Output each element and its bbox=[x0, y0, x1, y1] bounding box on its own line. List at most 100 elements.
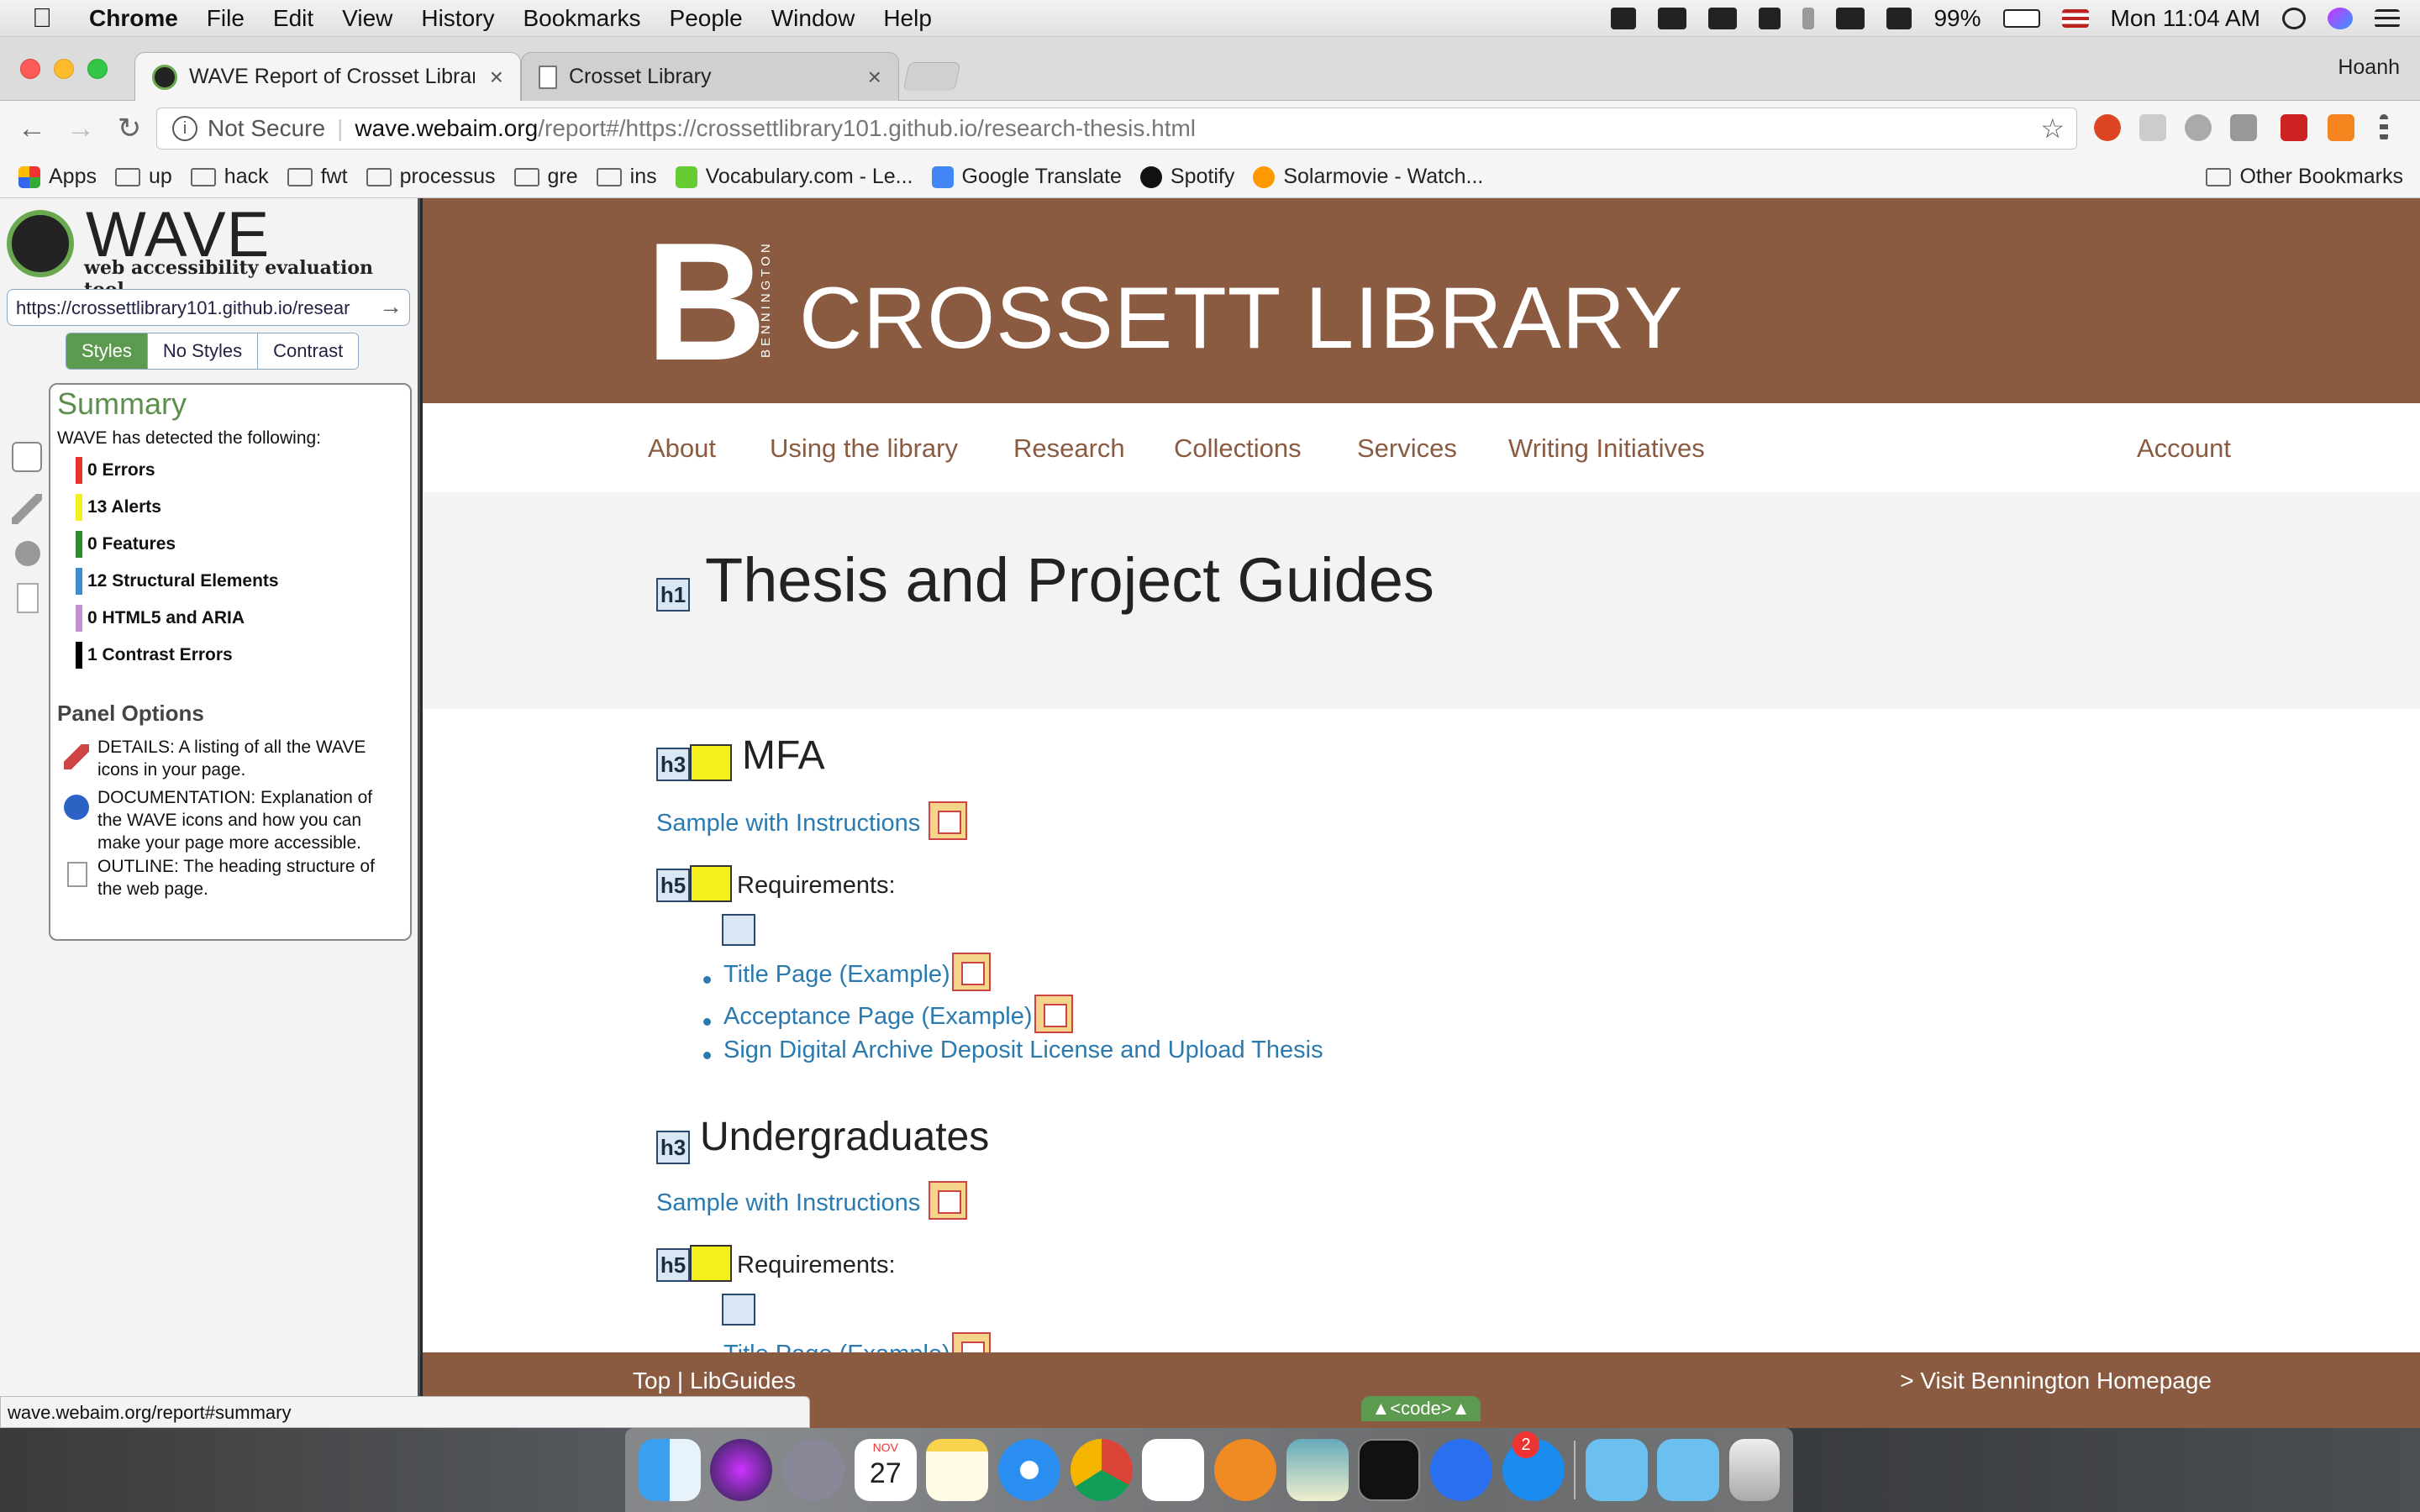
bookmark-google-translate[interactable]: Google Translate bbox=[931, 165, 1122, 189]
safari-icon[interactable] bbox=[998, 1439, 1061, 1501]
summary-structural[interactable]: 12 Structural Elements bbox=[76, 568, 279, 595]
wave-pdf-alert-icon[interactable] bbox=[929, 801, 967, 840]
wave-alert-icon[interactable] bbox=[690, 865, 732, 902]
folder-icon[interactable] bbox=[1585, 1439, 1648, 1501]
calendar-icon[interactable]: 27 NOV bbox=[854, 1439, 917, 1501]
volume-icon[interactable] bbox=[1886, 8, 1912, 29]
nav-research[interactable]: Research bbox=[1013, 433, 1125, 464]
menu-help[interactable]: Help bbox=[883, 5, 932, 32]
menu-history[interactable]: History bbox=[421, 5, 494, 32]
wave-pdf-alert-icon[interactable] bbox=[1034, 995, 1073, 1033]
adblock-icon[interactable] bbox=[2094, 114, 2121, 141]
tab-wave-report[interactable]: WAVE Report of Crosset Library × bbox=[134, 52, 521, 101]
tab-crosset-library[interactable]: Crosset Library × bbox=[521, 52, 899, 101]
summary-contrast[interactable]: 1 Contrast Errors bbox=[76, 642, 233, 669]
wave-h3-badge[interactable]: h3 bbox=[656, 748, 690, 781]
details-flag-icon[interactable] bbox=[12, 494, 42, 524]
launchpad-icon[interactable] bbox=[782, 1439, 845, 1501]
cors-icon[interactable] bbox=[2281, 114, 2307, 141]
summary-errors[interactable]: 0 Errors bbox=[76, 457, 155, 484]
wave-h5-badge[interactable]: h5 bbox=[656, 1248, 690, 1282]
nav-using-the-library[interactable]: Using the library bbox=[770, 433, 958, 464]
trash-icon[interactable] bbox=[1729, 1439, 1781, 1501]
reminders-icon[interactable] bbox=[1142, 1439, 1205, 1501]
wave-alert-icon[interactable] bbox=[690, 744, 732, 781]
nav-services[interactable]: Services bbox=[1357, 433, 1457, 464]
contrast-toggle[interactable]: Contrast bbox=[258, 333, 359, 369]
other-bookmarks[interactable]: Other Bookmarks bbox=[2206, 165, 2403, 189]
bookmark-folder-hack[interactable]: hack bbox=[190, 165, 269, 189]
drive-icon[interactable] bbox=[2139, 114, 2166, 141]
wave-alert-icon[interactable] bbox=[690, 1245, 732, 1282]
nav-account[interactable]: Account bbox=[2137, 433, 2231, 464]
menu-file[interactable]: File bbox=[207, 5, 245, 32]
extension-w-icon[interactable] bbox=[2230, 114, 2257, 141]
wifi-icon[interactable] bbox=[1836, 8, 1865, 29]
ibooks-icon[interactable] bbox=[1213, 1439, 1276, 1501]
cloud-upload-icon[interactable] bbox=[1658, 8, 1687, 29]
close-window-button[interactable] bbox=[20, 59, 40, 79]
folder-icon[interactable] bbox=[1657, 1439, 1720, 1501]
nav-collections[interactable]: Collections bbox=[1174, 433, 1302, 464]
menu-edit[interactable]: Edit bbox=[273, 5, 313, 32]
info-icon[interactable]: i bbox=[172, 116, 197, 141]
summary-html5-aria[interactable]: 0 HTML5 and ARIA bbox=[76, 605, 245, 632]
documentation-info-icon[interactable] bbox=[15, 541, 40, 566]
summary-features[interactable]: 0 Features bbox=[76, 531, 176, 558]
bookmark-folder-gre[interactable]: gre bbox=[513, 165, 578, 189]
bookmark-folder-fwt[interactable]: fwt bbox=[287, 165, 348, 189]
bluetooth-icon[interactable] bbox=[1802, 8, 1815, 29]
airplay-icon[interactable] bbox=[1708, 8, 1738, 29]
menu-bookmarks[interactable]: Bookmarks bbox=[523, 5, 640, 32]
nav-about[interactable]: About bbox=[648, 433, 716, 464]
dropbox-icon[interactable] bbox=[1611, 8, 1637, 29]
metamask-icon[interactable] bbox=[2328, 114, 2354, 141]
wave-h1-badge[interactable]: h1 bbox=[656, 578, 690, 612]
forward-icon[interactable]: → bbox=[64, 113, 97, 145]
footer-visit-homepage[interactable]: > Visit Bennington Homepage bbox=[1900, 1368, 2212, 1394]
profile-name[interactable]: Hoanh bbox=[2338, 55, 2400, 80]
wave-pdf-alert-icon[interactable] bbox=[952, 953, 991, 991]
new-tab-button[interactable] bbox=[902, 62, 961, 91]
bookmark-spotify[interactable]: Spotify bbox=[1139, 165, 1234, 189]
wave-list-icon[interactable] bbox=[722, 1294, 755, 1326]
mfa-sample-link[interactable]: Sample with Instructions bbox=[656, 810, 920, 837]
chrome-menu-icon[interactable] bbox=[2380, 114, 2388, 141]
bookmark-apps[interactable]: Apps bbox=[18, 165, 97, 189]
back-icon[interactable]: ← bbox=[15, 113, 49, 145]
no-styles-toggle[interactable]: No Styles bbox=[147, 333, 259, 369]
terminal-icon[interactable] bbox=[1358, 1439, 1421, 1501]
extension-m-icon[interactable] bbox=[2185, 114, 2212, 141]
summary-alerts[interactable]: 13 Alerts bbox=[76, 494, 161, 521]
notification-center-icon[interactable] bbox=[2375, 9, 2400, 28]
bookmark-folder-ins[interactable]: ins bbox=[596, 165, 657, 189]
mfa-acceptance-page-link[interactable]: Acceptance Page (Example) bbox=[723, 1003, 1033, 1031]
wave-url-input[interactable]: https://crossettlibrary101.github.io/res… bbox=[7, 289, 410, 326]
wave-pdf-alert-icon[interactable] bbox=[929, 1181, 967, 1220]
menu-people[interactable]: People bbox=[670, 5, 743, 32]
wave-code-toggle[interactable]: ▲<code>▲ bbox=[1361, 1396, 1481, 1421]
documentation-option[interactable]: DOCUMENTATION: Explanation of the WAVE i… bbox=[97, 786, 400, 854]
footer-top-libguides[interactable]: Top | LibGuides bbox=[633, 1368, 796, 1394]
outline-option[interactable]: OUTLINE: The heading structure of the we… bbox=[97, 855, 400, 900]
bookmark-solarmovie[interactable]: Solarmovie - Watch... bbox=[1253, 165, 1483, 189]
mfa-title-page-link[interactable]: Title Page (Example) bbox=[723, 961, 950, 989]
minimize-window-button[interactable] bbox=[54, 59, 74, 79]
menu-window[interactable]: Window bbox=[771, 5, 855, 32]
wave-h3-badge[interactable]: h3 bbox=[656, 1131, 690, 1164]
tab-close-icon[interactable]: × bbox=[868, 64, 881, 91]
outline-document-icon[interactable] bbox=[17, 583, 39, 613]
chrome-icon[interactable] bbox=[1070, 1439, 1133, 1501]
battery-icon[interactable] bbox=[2002, 9, 2040, 28]
menu-app-name[interactable]: Chrome bbox=[89, 5, 178, 32]
address-bar[interactable]: i Not Secure | wave.webaim.org /report#/… bbox=[156, 108, 2077, 150]
bookmark-folder-up[interactable]: up bbox=[114, 165, 172, 189]
us-flag-icon[interactable] bbox=[2061, 9, 2089, 28]
spotlight-search-icon[interactable] bbox=[2282, 8, 2306, 29]
notes-icon[interactable] bbox=[926, 1439, 989, 1501]
window-layout-icon[interactable] bbox=[1759, 8, 1781, 29]
nav-writing-initiatives[interactable]: Writing Initiatives bbox=[1508, 433, 1705, 464]
siri-icon[interactable] bbox=[2328, 8, 2353, 29]
pages-icon[interactable] bbox=[1429, 1439, 1492, 1501]
wave-list-icon[interactable] bbox=[722, 914, 755, 946]
